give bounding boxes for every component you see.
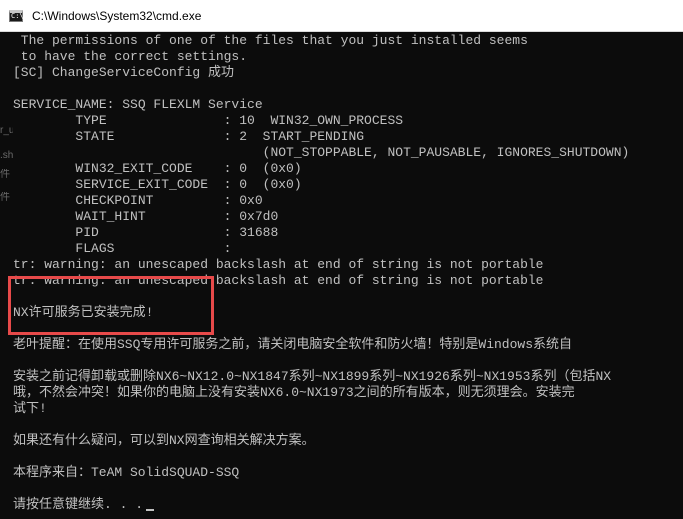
console-line: WIN32_EXIT_CODE : 0 (0x0) (13, 161, 302, 176)
console-line: STATE : 2 START_PENDING (13, 129, 365, 144)
console-prompt-line: 请按任意键继续. . . (13, 496, 155, 513)
console-line: to have the correct settings. (13, 49, 248, 64)
cmd-window: C:\ C:\Windows\System32\cmd.exe r_u .sh … (0, 0, 683, 519)
console-line: (NOT_STOPPABLE, NOT_PAUSABLE, IGNORES_SH… (13, 145, 630, 160)
console-line: The permissions of one of the files that… (13, 33, 528, 48)
console-line: [SC] ChangeServiceConfig 成功 (13, 65, 235, 80)
console-line: 试下! (13, 401, 47, 416)
console-line: SERVICE_EXIT_CODE : 0 (0x0) (13, 177, 302, 192)
cmd-app-icon: C:\ (9, 9, 24, 22)
console-line: CHECKPOINT : 0x0 (13, 193, 263, 208)
console-line: 老叶提醒：在使用SSQ专用许可服务之前，请关闭电脑安全软件和防火墙！特别是Win… (13, 337, 573, 352)
console-line: 如果还有什么疑问，可以到NX网查询相关解决方案。 (13, 433, 315, 448)
background-sliver: .sh (0, 150, 13, 161)
title-bar[interactable]: C:\ C:\Windows\System32\cmd.exe (0, 0, 683, 32)
console-line: tr: warning: an unescaped backslash at e… (13, 257, 544, 272)
background-sliver: 件 (0, 192, 10, 203)
background-sliver: r_u (0, 125, 13, 136)
console-line: FLAGS : (13, 241, 232, 256)
console-prompt-text: 请按任意键继续. . . (13, 497, 144, 512)
console-line: 安装之前记得卸载或删除NX6~NX12.0~NX1847系列~NX1899系列~… (13, 369, 612, 384)
console-line: SERVICE_NAME: SSQ FLEXLM Service (13, 97, 263, 112)
background-sliver: 件 (0, 169, 10, 180)
console-line: PID : 31688 (13, 225, 279, 240)
text-cursor (146, 509, 155, 511)
console-line: 哦，不然会冲突！如果你的电脑上没有安装NX6.0~NX1973之间的所有版本，则… (13, 385, 575, 400)
console-line: 本程序来自：TeAM SolidSQUAD-SSQ (13, 465, 240, 480)
console-line: TYPE : 10 WIN32_OWN_PROCESS (13, 113, 404, 128)
window-title: C:\Windows\System32\cmd.exe (32, 8, 202, 23)
console-line: WAIT_HINT : 0x7d0 (13, 209, 279, 224)
annotation-highlight-box (8, 276, 214, 335)
